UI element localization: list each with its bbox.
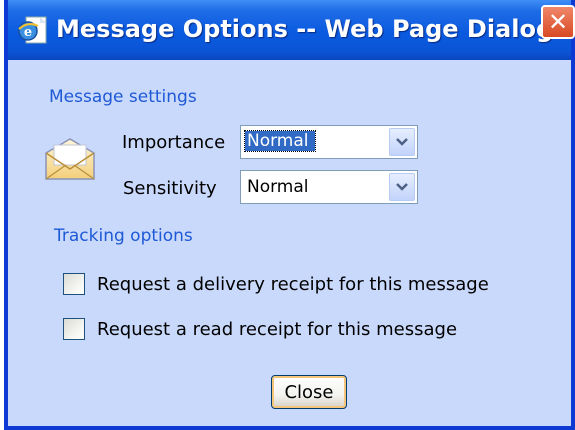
importance-select[interactable]: Normal: [240, 125, 418, 159]
svg-text:e: e: [24, 25, 32, 40]
importance-value: Normal: [244, 130, 316, 152]
window-title: Message Options -- Web Page Dialog: [56, 15, 554, 43]
sensitivity-label: Sensitivity: [123, 178, 217, 199]
message-settings-heading: Message settings: [49, 87, 197, 107]
close-button[interactable]: Close: [271, 375, 347, 409]
close-window-button[interactable]: ✕: [541, 5, 575, 39]
sensitivity-select[interactable]: Normal: [240, 170, 418, 204]
read-receipt-label[interactable]: Request a read receipt for this message: [97, 319, 457, 340]
title-bar[interactable]: e Message Options -- Web Page Dialog ✕: [8, 0, 575, 60]
read-receipt-checkbox[interactable]: [63, 318, 85, 340]
dialog-window: e Message Options -- Web Page Dialog ✕ M…: [4, 0, 575, 430]
close-icon: ✕: [547, 8, 569, 36]
delivery-receipt-label[interactable]: Request a delivery receipt for this mess…: [97, 274, 489, 295]
chevron-down-icon[interactable]: [389, 173, 415, 201]
importance-label: Importance: [122, 132, 226, 153]
envelope-icon: [45, 138, 95, 180]
ie-page-icon: e: [18, 16, 47, 44]
delivery-receipt-checkbox[interactable]: [63, 273, 85, 295]
sensitivity-value: Normal: [247, 177, 309, 197]
chevron-down-icon[interactable]: [389, 128, 415, 156]
tracking-options-heading: Tracking options: [54, 226, 193, 246]
